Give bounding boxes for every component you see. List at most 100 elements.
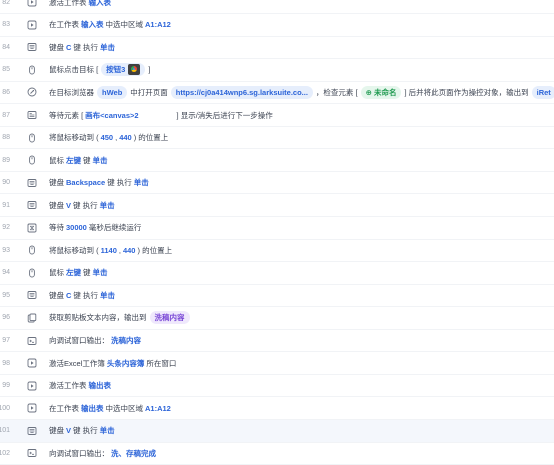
line-number: 88 <box>0 134 10 141</box>
mouse-icon <box>27 245 37 255</box>
line-number: 82 <box>0 0 10 6</box>
command-row[interactable]: 99激活工作表输出表 <box>0 375 554 398</box>
parameter-chip[interactable]: ⊕ 未命名 <box>361 86 402 99</box>
command-static-text: ] 后并将此页面作为操控对象，输出到 <box>404 87 528 98</box>
command-row[interactable]: 86在目标浏览器hWeb中打开页面https://cj0a414wnp6.sg.… <box>0 82 554 105</box>
line-number: 89 <box>0 157 10 164</box>
command-static-text: 中打开页面 <box>130 87 168 98</box>
command-parameter[interactable]: 450 <box>101 133 114 142</box>
command-row[interactable]: 93将鼠标移动到 (1140,440) 的位置上 <box>0 240 554 263</box>
command-parameter[interactable]: 30000 <box>66 223 87 232</box>
command-parameter[interactable]: 1140 <box>101 246 117 255</box>
command-row[interactable]: 87等待元素 [画布<canvas>2] 显示/消失后进行下一步操作 <box>0 104 554 127</box>
line-number: 100 <box>0 405 10 412</box>
command-text: 等待30000毫秒后继续运行 <box>49 222 141 233</box>
command-row[interactable]: 102向调试窗口输出：洗、存稿完成 <box>0 443 554 465</box>
command-text: 键盘C键 执行单击 <box>49 290 117 301</box>
command-row[interactable]: 96获取剪贴板文本内容，输出到洗稿内容 <box>0 307 554 330</box>
parameter-chip[interactable]: 按钮3 <box>101 63 145 76</box>
command-parameter[interactable]: 单击 <box>93 267 108 278</box>
command-parameter[interactable]: 单击 <box>100 42 115 53</box>
command-parameter[interactable]: 输入表 <box>81 19 104 30</box>
command-parameter[interactable]: 输出表 <box>81 403 104 414</box>
line-number: 98 <box>0 360 10 367</box>
command-parameter[interactable]: 左键 <box>66 155 81 166</box>
line-number: 83 <box>0 21 10 28</box>
activate-sheet-icon <box>27 20 37 30</box>
command-row[interactable]: 91键盘V键 执行单击 <box>0 194 554 217</box>
command-parameter[interactable]: 洗稿内容 <box>111 335 141 346</box>
command-static-text: 键 执行 <box>73 290 98 301</box>
command-row[interactable]: 97向调试窗口输出：洗稿内容 <box>0 330 554 353</box>
parameter-chip[interactable]: hWeb <box>97 86 127 99</box>
command-list: 82激活工作表输入表83在工作表输入表中选中区域A1:A1284键盘C键 执行单… <box>0 0 554 457</box>
activate-sheet-icon <box>27 0 37 7</box>
command-row[interactable]: 92 等待30000毫秒后继续运行 <box>0 217 554 240</box>
parameter-chip-label: https://cj0a414wnp6.sg.larksuite.co... <box>176 88 308 97</box>
line-number: 85 <box>0 66 10 73</box>
command-parameter[interactable]: 洗、存稿完成 <box>111 448 156 459</box>
command-row[interactable]: 101 键盘V键 执行单击 <box>0 420 554 443</box>
browser-icon <box>27 87 37 97</box>
command-parameter[interactable]: V <box>66 426 71 435</box>
keyboard-icon <box>27 42 37 52</box>
command-parameter[interactable]: 单击 <box>100 425 115 436</box>
command-row[interactable]: 95 键盘C键 执行单击 <box>0 285 554 308</box>
parameter-chip-label: 按钮3 <box>106 64 125 75</box>
command-parameter[interactable]: A1:A12 <box>145 20 171 29</box>
command-static-text: ] <box>148 65 150 74</box>
command-static-text: 激活工作表 <box>49 380 87 391</box>
parameter-chip[interactable]: https://cj0a414wnp6.sg.larksuite.co... <box>171 86 313 99</box>
command-row[interactable]: 85 鼠标点击目标 [ 按钮3] <box>0 59 554 82</box>
command-parameter[interactable]: 头条内容簿 <box>107 358 145 369</box>
command-static-text: 等待 <box>49 222 64 233</box>
parameter-chip[interactable]: 洗稿内容 <box>150 311 190 324</box>
command-static-text: 鼠标点击目标 [ <box>49 64 98 75</box>
command-parameter[interactable]: 单击 <box>100 200 115 211</box>
command-static-text: 键盘 <box>49 425 64 436</box>
command-text: 在目标浏览器hWeb中打开页面 https://cj0a414wnp6.sg.la… <box>49 86 554 99</box>
command-row[interactable]: 82 激活工作表输入表 <box>0 0 554 14</box>
command-parameter[interactable]: 输入表 <box>89 0 112 8</box>
command-parameter[interactable]: C <box>66 291 71 300</box>
command-row[interactable]: 83 在工作表输入表中选中区域A1:A12 <box>0 14 554 37</box>
command-text: 键盘V键 执行单击 <box>49 425 117 436</box>
command-static-text: 获取剪贴板文本内容，输出到 <box>49 312 147 323</box>
command-row[interactable]: 88 将鼠标移动到 (450,440) 的位置上 <box>0 127 554 150</box>
command-text: 激活工作表输入表 <box>49 0 113 8</box>
command-parameter[interactable]: 440 <box>123 246 136 255</box>
parameter-chip[interactable]: iRet <box>532 86 554 99</box>
command-parameter[interactable]: A1:A12 <box>145 404 171 413</box>
command-parameter[interactable]: 440 <box>119 133 132 142</box>
command-parameter[interactable]: 单击 <box>100 290 115 301</box>
target-thumbnail-icon <box>128 64 140 75</box>
line-number: 101 <box>0 427 10 434</box>
command-row[interactable]: 94鼠标左键键单击 <box>0 262 554 285</box>
command-static-text: 在目标浏览器 <box>49 87 94 98</box>
command-row[interactable]: 90键盘Backspace键 执行单击 <box>0 172 554 195</box>
mouse-icon <box>27 155 37 165</box>
command-row[interactable]: 84键盘C键 执行单击 <box>0 37 554 60</box>
command-parameter[interactable]: 单击 <box>93 155 108 166</box>
command-parameter[interactable]: 左键 <box>66 267 81 278</box>
command-parameter[interactable]: C <box>66 43 71 52</box>
command-parameter[interactable]: Backspace <box>66 178 105 187</box>
parameter-chip-label: 洗稿内容 <box>155 312 185 323</box>
command-static-text: 将鼠标移动到 ( <box>49 132 99 143</box>
command-static-text: 键盘 <box>49 290 64 301</box>
command-parameter[interactable]: 画布<canvas>2 <box>85 110 138 121</box>
command-static-text: 中选中区域 <box>106 19 144 30</box>
command-row[interactable]: 98激活Excel工作簿头条内容簿所在窗口 <box>0 352 554 375</box>
command-static-text: 键盘 <box>49 42 64 53</box>
mouse-icon <box>27 268 37 278</box>
command-row[interactable]: 89鼠标左键键单击 <box>0 149 554 172</box>
command-static-text: 键盘 <box>49 177 64 188</box>
line-number: 92 <box>0 224 10 231</box>
command-text: 在工作表输入表中选中区域A1:A12 <box>49 19 173 30</box>
command-parameter[interactable]: 单击 <box>134 177 149 188</box>
command-text: 将鼠标移动到 (450,440) 的位置上 <box>49 132 168 143</box>
command-parameter[interactable]: 输出表 <box>89 380 112 391</box>
line-number: 95 <box>0 292 10 299</box>
command-row[interactable]: 100在工作表输出表中选中区域A1:A12 <box>0 397 554 420</box>
command-parameter[interactable]: V <box>66 201 71 210</box>
